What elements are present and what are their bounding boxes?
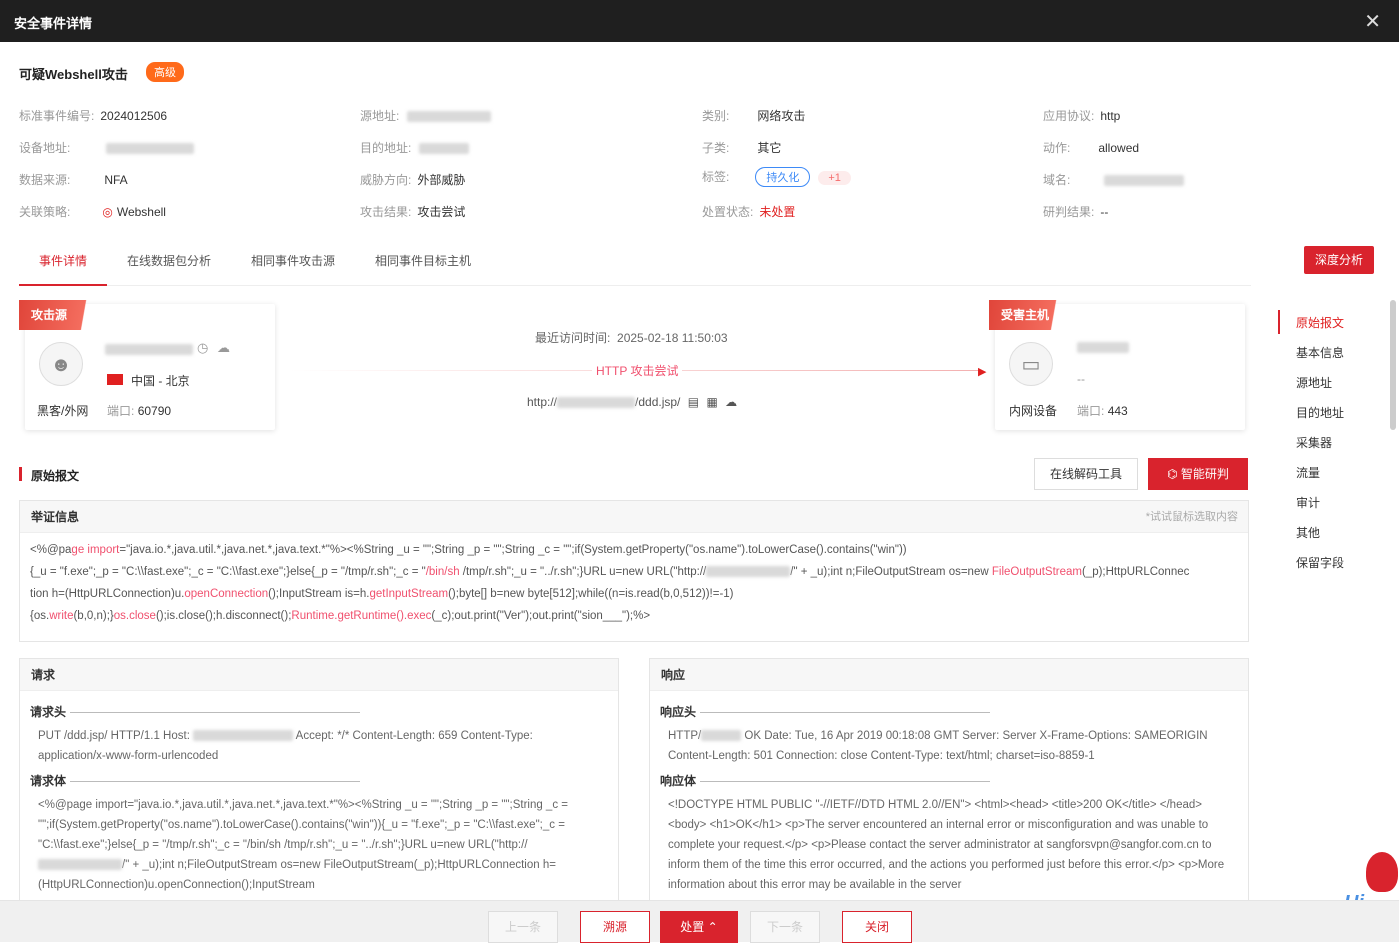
ai-icon: ⌬ xyxy=(1167,467,1181,481)
tab-same-target[interactable]: 相同事件目标主机 xyxy=(375,252,471,269)
request-body-text[interactable]: <%@page import="java.io.*,java.util.*,ja… xyxy=(30,795,608,895)
mascot-assistant[interactable]: Hi xyxy=(1344,842,1399,900)
evidence-panel: 举证信息 *试试鼠标选取内容 <%@page import="java.io.*,… xyxy=(19,500,1249,642)
policy-link[interactable]: Webshell xyxy=(117,205,166,219)
chevron-up-icon: ⌃ xyxy=(707,920,718,934)
anchor-collector[interactable]: 采集器 xyxy=(1296,434,1332,451)
event-detail-content: 可疑Webshell攻击 高级 标准事件编号: 2024012506 源地址: 类… xyxy=(0,42,1399,900)
prev-button[interactable]: 上一条 xyxy=(488,911,558,943)
victim-ribbon: 受害主机 xyxy=(989,300,1079,330)
cloud-icon[interactable]: ☁ xyxy=(725,395,737,409)
packet-icon[interactable]: ▦ xyxy=(706,395,717,409)
response-head-label: 响应头 xyxy=(660,703,1238,720)
info-policy: 关联策略: ◎ Webshell xyxy=(19,205,166,219)
attacker-type: 黑客/外网 xyxy=(37,404,89,418)
anchor-other[interactable]: 其他 xyxy=(1296,524,1320,541)
request-body-label: 请求体 xyxy=(30,772,608,789)
anchor-src[interactable]: 源地址 xyxy=(1296,374,1332,391)
info-status: 处置状态: 未处置 xyxy=(702,205,796,219)
flow-time: 最近访问时间: 2025-02-18 11:50:03 xyxy=(535,331,728,345)
request-head-label: 请求头 xyxy=(30,703,608,720)
anchor-traffic[interactable]: 流量 xyxy=(1296,464,1320,481)
info-tag: 标签: 持久化 +1 xyxy=(702,167,851,187)
arrow-right-icon: ▶ xyxy=(978,366,987,378)
window-title: 安全事件详情 xyxy=(14,16,93,31)
info-event-id: 标准事件编号: 2024012506 xyxy=(19,109,168,123)
victim-card: 受害主机 ▭ -- 内网设备 端口: 443 xyxy=(989,300,1245,430)
china-flag-icon xyxy=(107,374,123,385)
tab-packet-analysis[interactable]: 在线数据包分析 xyxy=(127,252,211,269)
footer-bar: 上一条 溯源 处置 ⌃ 下一条 关闭 xyxy=(0,900,1399,943)
deep-analysis-button[interactable]: 深度分析 xyxy=(1304,246,1374,274)
attacker-card: 攻击源 ☻ ◷ ☁ 中国 - 北京 黑客/外网 端口: 60790 xyxy=(19,300,275,430)
event-title: 可疑Webshell攻击 xyxy=(19,67,128,82)
title-bar: 安全事件详情 ✕ xyxy=(0,0,1399,42)
section-marker xyxy=(19,467,22,481)
anchor-active-indicator xyxy=(1278,310,1280,334)
request-header: 请求 xyxy=(20,659,618,691)
decode-tool-button[interactable]: 在线解码工具 xyxy=(1034,458,1138,490)
info-action: 动作: allowed xyxy=(1043,141,1140,155)
flow-url[interactable]: http:///ddd.jsp/ ▤ ▦ ☁ xyxy=(527,395,737,409)
info-direction: 威胁方向: 外部威胁 xyxy=(360,173,466,187)
trace-button[interactable]: 溯源 xyxy=(580,911,650,943)
victim-type: 内网设备 xyxy=(1009,404,1058,418)
cloud-icon[interactable]: ☁ xyxy=(217,340,230,356)
hacker-avatar-icon: ☻ xyxy=(39,342,83,386)
anchor-basic[interactable]: 基本信息 xyxy=(1296,344,1344,361)
anchor-reserved[interactable]: 保留字段 xyxy=(1296,554,1344,571)
info-protocol: 应用协议: http xyxy=(1043,109,1121,123)
level-badge: 高级 xyxy=(146,62,184,82)
info-domain: 域名: xyxy=(1043,171,1185,188)
attacker-port: 端口: 60790 xyxy=(107,404,172,418)
tab-event-detail[interactable]: 事件详情 xyxy=(39,252,87,269)
next-button[interactable]: 下一条 xyxy=(750,911,820,943)
victim-host: -- xyxy=(1077,372,1085,386)
monitor-icon: ▭ xyxy=(1009,342,1053,386)
info-device: 设备地址: xyxy=(19,139,195,156)
mascot-greeting: Hi xyxy=(1344,892,1364,900)
info-category: 类别: 网络攻击 xyxy=(702,109,806,123)
response-head-text[interactable]: HTTP/ OK Date: Tue, 16 Apr 2019 00:18:08… xyxy=(660,726,1238,766)
request-panel: 请求 请求头 PUT /ddd.jsp/ HTTP/1.1 Host: Acce… xyxy=(19,658,619,900)
tag-persistence[interactable]: 持久化 xyxy=(755,167,811,187)
raw-section-title: 原始报文 xyxy=(31,469,80,483)
evidence-code[interactable]: <%@page import="java.io.*,java.util.*,ja… xyxy=(20,533,1248,633)
attacker-location: 中国 - 北京 xyxy=(131,374,190,388)
info-src: 源地址: xyxy=(360,107,492,124)
response-body-label: 响应体 xyxy=(660,772,1238,789)
mascot-icon xyxy=(1366,852,1398,892)
anchor-audit[interactable]: 审计 xyxy=(1296,494,1320,511)
history-icon[interactable]: ◷ xyxy=(197,340,208,356)
close-button[interactable]: 关闭 xyxy=(842,911,912,943)
response-panel: 响应 响应头 HTTP/ OK Date: Tue, 16 Apr 2019 0… xyxy=(649,658,1249,900)
tab-same-source[interactable]: 相同事件攻击源 xyxy=(251,252,335,269)
response-header: 响应 xyxy=(650,659,1248,691)
ai-judge-button[interactable]: ⌬ 智能研判 xyxy=(1148,458,1248,490)
doc-icon[interactable]: ▤ xyxy=(688,395,699,409)
response-body-text[interactable]: <!DOCTYPE HTML PUBLIC "-//IETF//DTD HTML… xyxy=(660,795,1238,895)
info-dst: 目的地址: xyxy=(360,139,470,156)
scrollbar[interactable] xyxy=(1390,300,1396,430)
info-subcategory: 子类: 其它 xyxy=(702,141,782,155)
handle-button[interactable]: 处置 ⌃ xyxy=(660,911,738,943)
tag-more[interactable]: +1 xyxy=(818,171,851,185)
victim-port: 端口: 443 xyxy=(1077,404,1128,418)
request-head-text[interactable]: PUT /ddd.jsp/ HTTP/1.1 Host: Accept: */*… xyxy=(30,726,608,766)
info-result: 攻击结果: 攻击尝试 xyxy=(360,205,466,219)
policy-icon: ◎ xyxy=(102,205,113,219)
anchor-dst[interactable]: 目的地址 xyxy=(1296,404,1344,421)
info-datasource: 数据来源: NFA xyxy=(19,173,128,187)
anchor-raw[interactable]: 原始报文 xyxy=(1296,314,1344,331)
close-icon[interactable]: ✕ xyxy=(1364,9,1381,34)
evidence-header: 举证信息 *试试鼠标选取内容 xyxy=(20,501,1248,533)
attacker-ribbon: 攻击源 xyxy=(19,300,109,330)
active-tab-indicator xyxy=(19,284,107,286)
detail-tabs: 事件详情 在线数据包分析 相同事件攻击源 相同事件目标主机 xyxy=(19,238,1251,286)
info-judge: 研判结果: -- xyxy=(1043,205,1109,219)
flow-type: HTTP 攻击尝试 xyxy=(592,362,683,379)
